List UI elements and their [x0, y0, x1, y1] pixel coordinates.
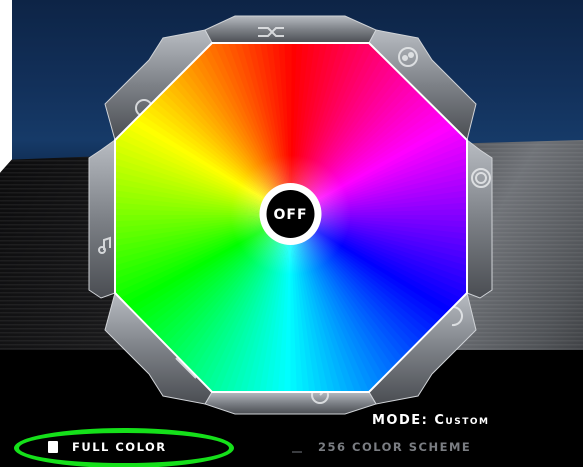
- color-scheme-checkbox[interactable]: [292, 451, 302, 453]
- tab-right[interactable]: [466, 138, 493, 299]
- power-button[interactable]: OFF: [259, 183, 322, 245]
- color-scheme-option[interactable]: 256 COLOR SCHEME: [292, 440, 471, 454]
- mode-value: Custom: [434, 413, 490, 428]
- tab-left[interactable]: [88, 139, 116, 299]
- selection-highlight: [14, 428, 234, 467]
- tab-bottom[interactable]: [204, 391, 377, 415]
- color-control-panel: OFF MODE: Custom FULL COLOR 256 COLOR SC…: [0, 0, 583, 467]
- color-wheel-dial: OFF: [88, 15, 493, 415]
- color-scheme-label: 256 COLOR SCHEME: [318, 440, 472, 454]
- tab-top[interactable]: [204, 15, 377, 44]
- mode-indicator: MODE: Custom: [372, 413, 489, 428]
- power-button-label: OFF: [273, 207, 307, 223]
- mode-label: MODE:: [372, 413, 429, 428]
